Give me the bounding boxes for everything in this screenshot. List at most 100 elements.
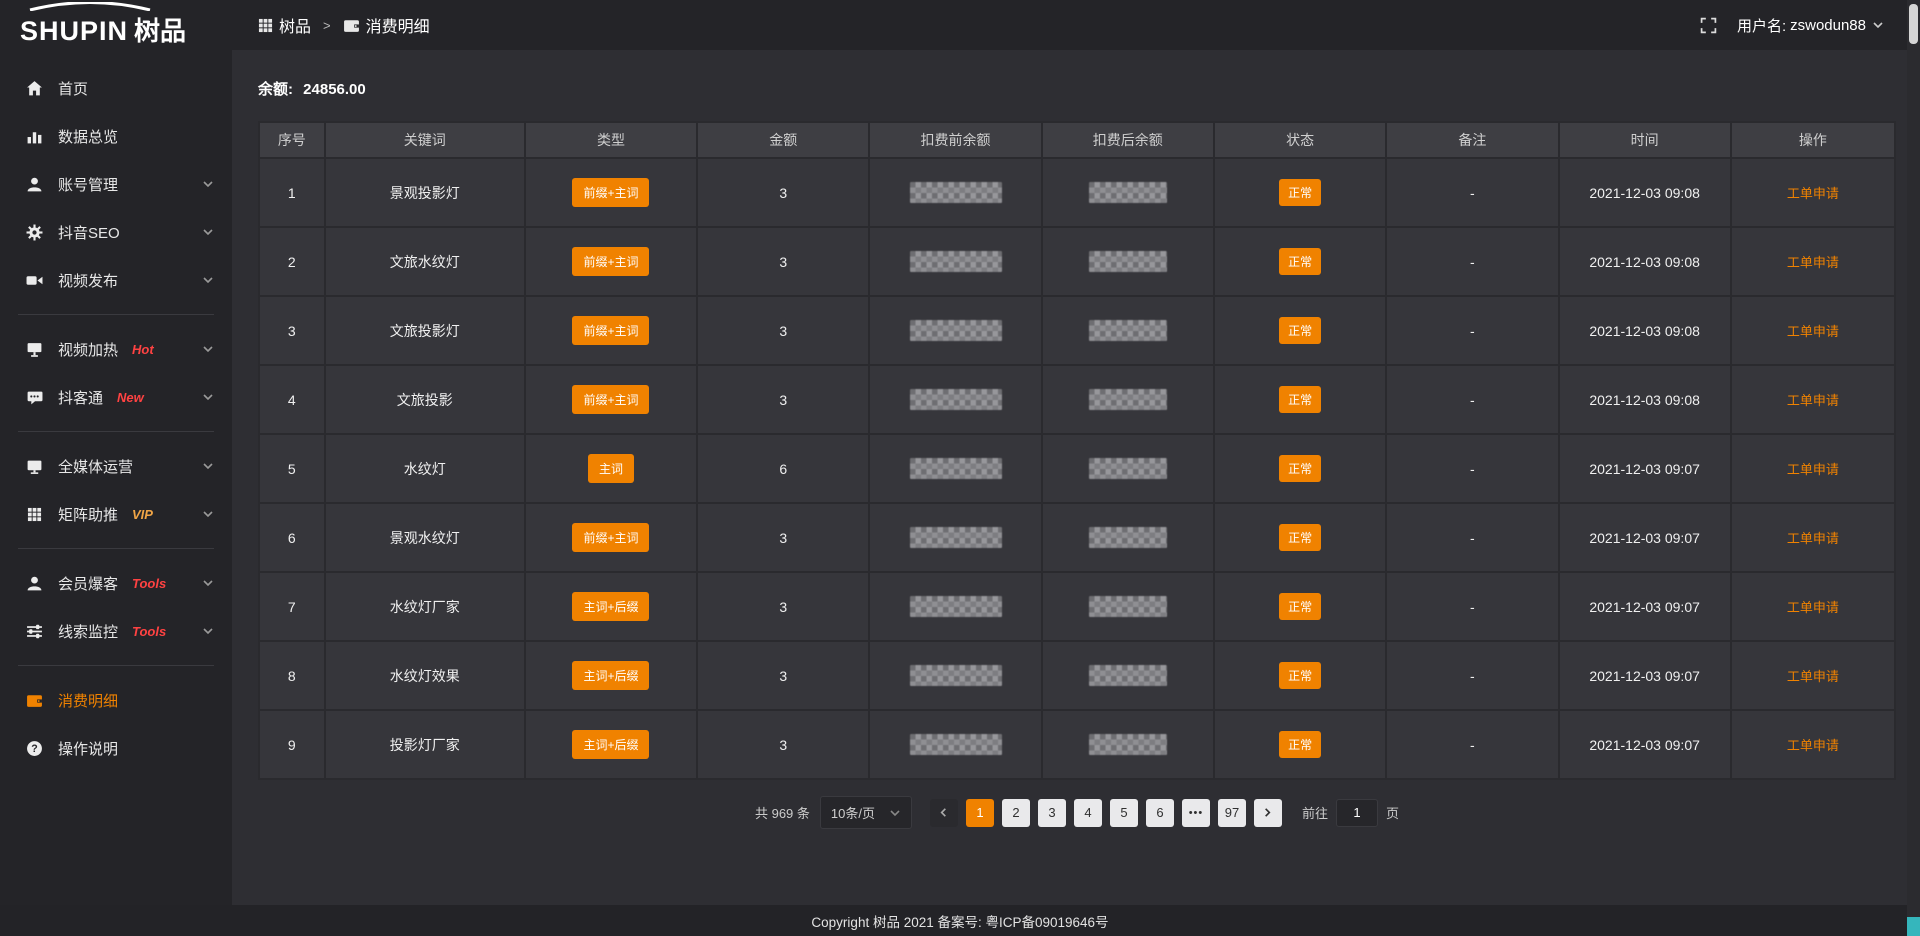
- balance-value: 24856.00: [303, 81, 366, 98]
- sidebar-item-tag: Tools: [132, 624, 166, 639]
- sidebar-item-douketong[interactable]: 抖客通New: [0, 373, 232, 421]
- time-cell: 2021-12-03 09:07: [1559, 572, 1731, 641]
- chevron-down-icon: [202, 343, 214, 355]
- redacted-balance-after: [1089, 182, 1167, 203]
- row-index: 6: [259, 503, 325, 572]
- redacted-balance-before: [910, 458, 1002, 479]
- chevron-down-icon: [202, 460, 214, 472]
- top-bar: SHUPIN 树品 树品 > 消费明细 用户名: zswodun88: [0, 0, 1920, 50]
- column-header-0: 序号: [259, 122, 325, 158]
- status-badge: 正常: [1279, 455, 1321, 482]
- username-value: zswodun88: [1790, 17, 1866, 34]
- sidebar-item-matrix-boost[interactable]: 矩阵助推VIP: [0, 490, 232, 538]
- user-menu[interactable]: 用户名: zswodun88: [1737, 15, 1884, 36]
- redacted-balance-before: [910, 320, 1002, 341]
- remark-cell: -: [1386, 572, 1558, 641]
- sidebar-item-douyin-seo[interactable]: 抖音SEO: [0, 208, 232, 256]
- sidebar-divider: [18, 548, 214, 549]
- type-badge: 主词: [588, 454, 634, 483]
- sidebar-divider: [18, 431, 214, 432]
- work-order-link[interactable]: 工单申请: [1787, 186, 1839, 201]
- more-pages-button[interactable]: •••: [1182, 799, 1210, 827]
- grid-icon: [258, 18, 273, 33]
- redacted-balance-after: [1089, 665, 1167, 686]
- page-button-5[interactable]: 5: [1110, 799, 1138, 827]
- prev-page-button[interactable]: [930, 799, 958, 827]
- page-button-4[interactable]: 4: [1074, 799, 1102, 827]
- chevron-down-icon: [202, 274, 214, 286]
- sidebar-item-data-overview[interactable]: 数据总览: [0, 112, 232, 160]
- balance-label: 余额:: [258, 81, 293, 98]
- work-order-link[interactable]: 工单申请: [1787, 669, 1839, 684]
- page-size-select[interactable]: 10条/页: [820, 796, 912, 829]
- breadcrumb-item-current[interactable]: 消费明细: [343, 13, 430, 37]
- total-count: 共 969 条: [755, 803, 810, 822]
- consumption-table: 序号关键词类型金额扣费前余额扣费后余额状态备注时间操作 1景观投影灯前缀+主词3…: [258, 121, 1896, 780]
- sidebar-item-label: 全媒体运营: [58, 456, 133, 477]
- sidebar-item-tag: New: [117, 390, 144, 405]
- type-badge: 前缀+主词: [572, 523, 649, 552]
- svg-text:?: ?: [31, 743, 37, 755]
- table-header: 序号关键词类型金额扣费前余额扣费后余额状态备注时间操作: [259, 122, 1895, 158]
- redacted-balance-before: [910, 251, 1002, 272]
- amount-cell: 3: [697, 296, 869, 365]
- question-icon: ?: [24, 740, 44, 757]
- page-button-97[interactable]: 97: [1218, 799, 1246, 827]
- row-index: 5: [259, 434, 325, 503]
- amount-cell: 3: [697, 572, 869, 641]
- keyword-cell: 水纹灯: [325, 434, 525, 503]
- fullscreen-icon[interactable]: [1700, 17, 1717, 34]
- scrollbar-thumb[interactable]: [1909, 4, 1918, 44]
- row-index: 7: [259, 572, 325, 641]
- redacted-balance-after: [1089, 251, 1167, 272]
- redacted-balance-before: [910, 389, 1002, 410]
- goto-page: 前往 页: [1302, 799, 1399, 827]
- work-order-link[interactable]: 工单申请: [1787, 531, 1839, 546]
- work-order-link[interactable]: 工单申请: [1787, 393, 1839, 408]
- chevron-down-icon: [202, 391, 214, 403]
- column-header-6: 状态: [1214, 122, 1386, 158]
- sidebar-menu: 首页数据总览账号管理抖音SEO视频发布视频加热Hot抖客通New 全媒体运营矩阵助…: [0, 50, 232, 772]
- keyword-cell: 文旅投影灯: [325, 296, 525, 365]
- breadcrumb-item-home[interactable]: 树品: [258, 13, 311, 37]
- table-row: 2文旅水纹灯前缀+主词3正常-2021-12-03 09:08工单申请: [259, 227, 1895, 296]
- grid-icon: [24, 507, 44, 522]
- logo-arc-icon: [26, 2, 154, 11]
- work-order-link[interactable]: 工单申请: [1787, 462, 1839, 477]
- status-badge: 正常: [1279, 386, 1321, 413]
- keyword-cell: 景观水纹灯: [325, 503, 525, 572]
- chevron-down-icon: [202, 577, 214, 589]
- breadcrumb-separator: >: [323, 18, 331, 33]
- sidebar-item-video-publish[interactable]: 视频发布: [0, 256, 232, 304]
- chat-icon: [24, 389, 44, 406]
- goto-page-input[interactable]: [1336, 799, 1378, 827]
- sidebar-item-account-manage[interactable]: 账号管理: [0, 160, 232, 208]
- column-header-9: 操作: [1731, 122, 1895, 158]
- table-row: 1景观投影灯前缀+主词3正常-2021-12-03 09:08工单申请: [259, 158, 1895, 227]
- page-button-1[interactable]: 1: [966, 799, 994, 827]
- sidebar-item-help[interactable]: ?操作说明: [0, 724, 232, 772]
- table-row: 4文旅投影前缀+主词3正常-2021-12-03 09:08工单申请: [259, 365, 1895, 434]
- amount-cell: 3: [697, 641, 869, 710]
- sidebar-item-clue-monitor[interactable]: 线索监控Tools: [0, 607, 232, 655]
- sidebar-item-media-ops[interactable]: 全媒体运营: [0, 442, 232, 490]
- remark-cell: -: [1386, 710, 1558, 779]
- sidebar-item-consume-detail[interactable]: 消费明细: [0, 676, 232, 724]
- page-button-6[interactable]: 6: [1146, 799, 1174, 827]
- redacted-balance-before: [910, 596, 1002, 617]
- work-order-link[interactable]: 工单申请: [1787, 738, 1839, 753]
- redacted-balance-after: [1089, 320, 1167, 341]
- page-button-2[interactable]: 2: [1002, 799, 1030, 827]
- time-cell: 2021-12-03 09:07: [1559, 434, 1731, 503]
- sidebar-item-member-baoke[interactable]: 会员爆客Tools: [0, 559, 232, 607]
- amount-cell: 3: [697, 158, 869, 227]
- sidebar-item-home[interactable]: 首页: [0, 64, 232, 112]
- page-button-3[interactable]: 3: [1038, 799, 1066, 827]
- scrollbar[interactable]: [1907, 0, 1920, 936]
- table-row: 5水纹灯主词6正常-2021-12-03 09:07工单申请: [259, 434, 1895, 503]
- next-page-button[interactable]: [1254, 799, 1282, 827]
- sidebar-item-video-heat[interactable]: 视频加热Hot: [0, 325, 232, 373]
- work-order-link[interactable]: 工单申请: [1787, 255, 1839, 270]
- work-order-link[interactable]: 工单申请: [1787, 324, 1839, 339]
- work-order-link[interactable]: 工单申请: [1787, 600, 1839, 615]
